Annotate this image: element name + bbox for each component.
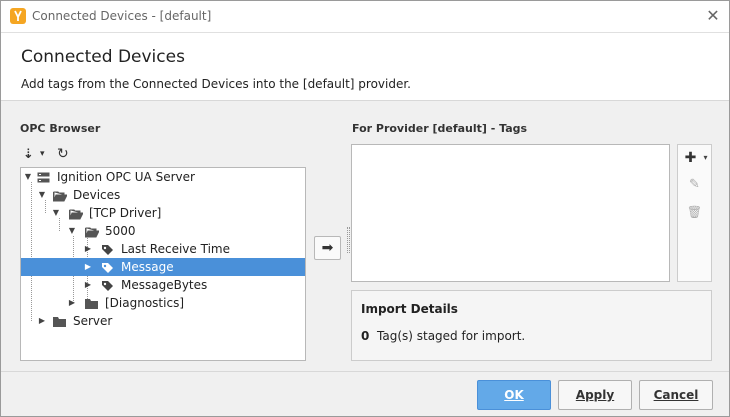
connected-devices-dialog: Connected Devices - [default] ✕ Connecte…	[0, 0, 730, 417]
ignition-icon	[10, 8, 26, 24]
splitter-grip[interactable]	[347, 227, 350, 253]
tree-node-label: Message	[121, 260, 174, 274]
tree-node-message[interactable]: ▶ Message	[21, 258, 305, 276]
sort-dropdown-caret-icon[interactable]: ▾	[40, 149, 45, 159]
server-icon	[37, 171, 51, 183]
dialog-header: Connected Devices Add tags from the Conn…	[1, 32, 729, 101]
cancel-button[interactable]: Cancel	[639, 380, 713, 410]
add-to-provider-button[interactable]: ➡	[314, 236, 341, 260]
tag-icon	[101, 279, 115, 291]
tree-node-label: [TCP Driver]	[89, 206, 162, 220]
tree-node-label: MessageBytes	[121, 278, 208, 292]
tree-node-last-receive-time[interactable]: ▶ Last Receive Time	[21, 240, 305, 258]
provider-tags-label: For Provider [default] - Tags	[352, 122, 528, 135]
ok-button[interactable]: OK	[477, 380, 551, 410]
page-title: Connected Devices	[21, 47, 185, 67]
window-title: Connected Devices - [default]	[32, 9, 212, 23]
tree-node-label: Ignition OPC UA Server	[57, 170, 195, 184]
tree-node-label: Last Receive Time	[121, 242, 230, 256]
expand-right-icon[interactable]: ▶	[83, 240, 93, 258]
add-dropdown-caret-icon[interactable]: ▾	[689, 153, 722, 162]
import-status-text: Tag(s) staged for import.	[377, 329, 526, 343]
tree-node-server[interactable]: ▶ Server	[21, 312, 305, 330]
tree-node-tcp-driver[interactable]: ▼ [TCP Driver]	[21, 204, 305, 222]
folder-icon	[53, 315, 67, 327]
tree-node-5000[interactable]: ▼ 5000	[21, 222, 305, 240]
tag-icon	[101, 261, 115, 273]
expand-down-icon[interactable]: ▼	[37, 186, 47, 204]
opc-browser-tree[interactable]: ▼ Ignition OPC UA Server ▼ Devices ▼ [TC…	[20, 167, 306, 361]
arrow-right-icon: ➡	[321, 240, 334, 256]
sort-icon[interactable]: ⇣	[23, 147, 34, 162]
dialog-footer: OK Apply Cancel	[1, 371, 729, 416]
folder-icon	[85, 297, 99, 309]
import-details-title: Import Details	[361, 302, 458, 316]
folder-open-icon	[84, 225, 100, 238]
expand-right-icon[interactable]: ▶	[37, 312, 47, 330]
tags-toolbar: ✚ ▾ ✎ 🗑	[677, 144, 712, 282]
expand-down-icon[interactable]: ▼	[51, 204, 61, 222]
tree-node-label: 5000	[105, 224, 136, 238]
tree-node-label: [Diagnostics]	[105, 296, 184, 310]
expand-right-icon[interactable]: ▶	[83, 276, 93, 294]
tree-node-diagnostics[interactable]: ▶ [Diagnostics]	[21, 294, 305, 312]
title-bar: Connected Devices - [default] ✕	[1, 1, 729, 32]
delete-icon[interactable]: 🗑	[678, 205, 711, 219]
expand-down-icon[interactable]: ▼	[67, 222, 77, 240]
expand-right-icon[interactable]: ▶	[67, 294, 77, 312]
tree-node-ignition-opc-ua-server[interactable]: ▼ Ignition OPC UA Server	[21, 168, 305, 186]
expand-right-icon[interactable]: ▶	[83, 258, 93, 276]
folder-open-icon	[52, 189, 68, 202]
tree-node-devices[interactable]: ▼ Devices	[21, 186, 305, 204]
page-subtitle: Add tags from the Connected Devices into…	[21, 77, 411, 91]
refresh-icon[interactable]: ↻	[57, 146, 69, 162]
import-details-panel: Import Details 0 Tag(s) staged for impor…	[351, 290, 712, 361]
close-icon[interactable]: ✕	[701, 5, 725, 27]
expand-down-icon[interactable]: ▼	[23, 168, 33, 186]
folder-open-icon	[68, 207, 84, 220]
apply-button[interactable]: Apply	[558, 380, 632, 410]
edit-icon[interactable]: ✎	[678, 177, 711, 192]
tree-node-label: Devices	[73, 188, 121, 202]
provider-tags-list[interactable]	[351, 144, 670, 282]
import-count: 0	[361, 329, 370, 343]
tag-icon	[101, 243, 115, 255]
tree-node-messagebytes[interactable]: ▶ MessageBytes	[21, 276, 305, 294]
opc-browser-label: OPC Browser	[20, 122, 101, 135]
tree-node-label: Server	[73, 314, 113, 328]
